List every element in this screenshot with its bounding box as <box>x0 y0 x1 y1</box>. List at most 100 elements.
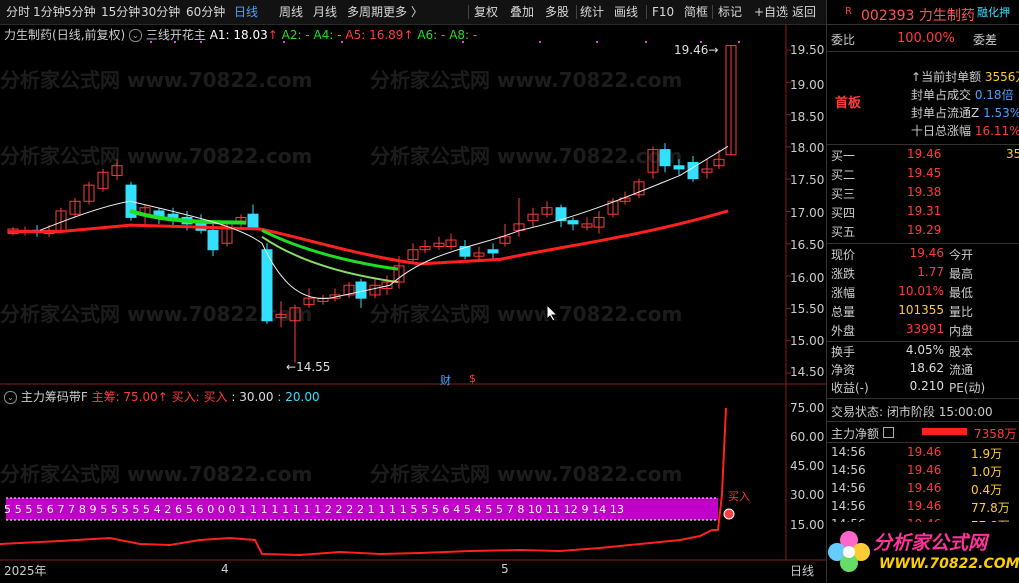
stat-row: 收益(-) 0.210 PE(动) <box>831 379 986 395</box>
time-axis-may: 5 <box>501 562 509 576</box>
toolbar-item-9[interactable]: 多周期 <box>347 4 383 20</box>
indicator-red-line <box>0 407 727 557</box>
table-icon[interactable] <box>882 427 894 438</box>
net-flow-value: 7358万 <box>974 427 1017 441</box>
price-tick: 19.00 <box>790 78 825 92</box>
trade-time: 15:00:00 <box>938 405 993 419</box>
weibi-value: 100.00% <box>897 31 955 46</box>
stat-row: 现价 19.46 今开 <box>831 246 974 262</box>
toolbar-item-5[interactable]: 60分钟 <box>186 4 225 20</box>
toolbar-item-7[interactable]: 周线 <box>279 4 303 20</box>
stat-row: 净资 18.62 流通 <box>831 361 974 377</box>
candle-down <box>487 249 499 254</box>
toolbar-item-8[interactable]: 月线 <box>313 4 337 20</box>
bid-row[interactable]: 买一 19.46 35 <box>831 147 1019 164</box>
stat-row: 总量 101355 量比 <box>831 303 974 319</box>
toolbar-separator <box>646 5 647 19</box>
price-tick: 16.50 <box>790 238 825 252</box>
r-badge: R <box>845 6 852 17</box>
price-tick: 15.50 <box>790 302 825 316</box>
trade-status: 闭市阶段 <box>886 405 935 419</box>
up-arrow-icon: ↑ <box>157 390 168 404</box>
bid-row[interactable]: 买三 19.38 <box>831 185 1019 202</box>
period-toolbar: 分时 1分钟 5分钟 15分钟 30分钟 60分钟 日线 周线 月线 多周期 更多 〉 复权 叠加 多股统… <box>0 0 826 25</box>
stat-row: 外盘 33991 内盘 <box>831 322 974 338</box>
price-tick: 19.50 <box>790 43 825 57</box>
high-price-label: 19.46→ <box>674 43 719 57</box>
stock-code: 002393 <box>861 8 915 24</box>
price-tick: 18.00 <box>790 141 825 155</box>
price-tick: 17.50 <box>790 173 825 187</box>
finance-marker[interactable]: 财 <box>440 372 451 388</box>
time-axis-year: 2025年 <box>4 564 47 578</box>
toolbar-item-0[interactable]: 分时 <box>6 4 30 20</box>
price-tick: 18.50 <box>790 110 825 124</box>
candle-down <box>567 220 579 225</box>
toolbar-item-17[interactable]: 简框 <box>684 4 708 20</box>
toolbar-item-18[interactable]: 标记 <box>718 4 742 20</box>
signal-dot <box>174 41 176 43</box>
bid-row[interactable]: 买二 19.45 <box>831 166 1019 183</box>
indicator-axis: 75.00 60.00 45.00 30.00 15.00 <box>790 398 826 538</box>
ma-white-line <box>39 145 729 299</box>
weibi-label: 委比 <box>831 33 856 47</box>
ma-green-band <box>261 235 399 284</box>
toolbar-separator <box>468 5 469 19</box>
candle-down <box>355 281 367 299</box>
seal-row: 封单占流通Z 1.53% <box>911 106 1019 120</box>
toolbar-item-15[interactable]: 画线 <box>614 4 638 20</box>
candle-down <box>247 213 259 228</box>
toolbar-item-13[interactable]: 多股 <box>545 4 569 20</box>
zhuchou-value: 主筹: 75.00 <box>91 390 158 404</box>
kline-chart[interactable] <box>0 24 826 583</box>
signal-dot <box>462 41 464 43</box>
toolbar-item-12[interactable]: 叠加 <box>510 4 534 20</box>
toolbar-item-14[interactable]: 统计 <box>580 4 604 20</box>
value-30: : 30.00 <box>231 390 274 404</box>
toolbar-item-20[interactable]: 返回 <box>792 4 816 20</box>
arrow-icon: ↑ <box>911 70 922 84</box>
toolbar-item-6[interactable]: 日线 <box>234 4 258 20</box>
event-marker[interactable]: $ <box>469 372 476 385</box>
toolbar-item-16[interactable]: F10 <box>652 4 674 20</box>
ma-red-line <box>8 209 729 266</box>
price-tick: 17.00 <box>790 206 825 220</box>
toolbar-separator <box>785 5 786 19</box>
indicator-dropdown-icon[interactable]: ⌄ <box>4 391 17 404</box>
signal-dot <box>150 41 152 43</box>
tick-list[interactable]: 14:56 19.46 1.9万 14:56 19.46 1.0万 14:56 19.46 0.… <box>827 445 1019 525</box>
bid-row[interactable]: 买四 19.31 <box>831 204 1019 221</box>
chip-band-digits: 5 5 5 5 6 7 7 8 9 5 5 5 5 5 4 2 6 5 6 0 … <box>4 503 625 516</box>
tick-row: 14:56 19.46 0.4万 <box>831 481 1003 497</box>
toolbar-item-19[interactable]: +自选 <box>754 4 788 20</box>
indicator-name[interactable]: 主力筹码带F <box>21 390 88 404</box>
toolbar-item-3[interactable]: 15分钟 <box>101 4 140 20</box>
signal-dot <box>283 41 285 43</box>
buy-signal-label: 买入 <box>728 490 750 503</box>
toolbar-item-11[interactable]: 复权 <box>474 4 498 20</box>
tick-row: 14:56 19.46 1.9万 <box>831 445 1003 461</box>
signal-dot <box>539 41 541 43</box>
logo-url: WWW.70822.COM <box>879 556 1019 572</box>
signal-dot <box>341 41 343 43</box>
indicator-tick: 60.00 <box>790 430 825 444</box>
stock-name: 力生制药 <box>918 8 975 24</box>
toolbar-item-2[interactable]: 5分钟 <box>64 4 96 20</box>
toolbar-item-10[interactable]: 更多 〉 <box>383 4 423 20</box>
net-flow-label: 主力净额 <box>831 425 894 442</box>
flower-logo-icon <box>828 531 870 572</box>
toolbar-item-1[interactable]: 1分钟 <box>33 4 65 20</box>
price-tick: 15.00 <box>790 334 825 348</box>
signal-dot <box>200 41 202 43</box>
seal-row: ↑当前封单额 3556万 <box>911 70 1019 84</box>
seal-row: 十日总涨幅 16.11% <box>911 124 1019 138</box>
bid-row[interactable]: 买五 19.29 <box>831 223 1019 240</box>
toolbar-separator <box>576 5 577 19</box>
logo-text: 分析家公式网 <box>873 532 988 554</box>
tick-row: 14:5619.4677.8万 <box>831 499 1010 515</box>
indicator-tick: 15.00 <box>790 518 825 532</box>
net-flow-bar <box>922 428 967 435</box>
margin-tag: 融化押 <box>977 6 1010 19</box>
toolbar-item-4[interactable]: 30分钟 <box>141 4 180 20</box>
mouse-cursor-icon <box>546 304 558 322</box>
